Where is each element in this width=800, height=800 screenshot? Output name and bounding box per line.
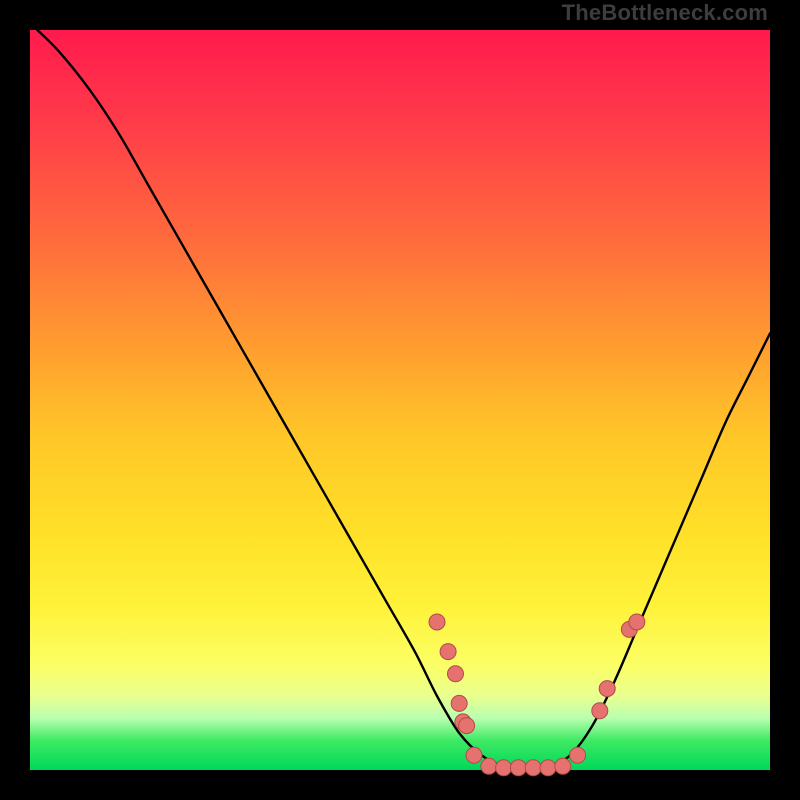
data-dot: [466, 747, 482, 763]
watermark-label: TheBottleneck.com: [562, 0, 768, 26]
data-dot: [448, 666, 464, 682]
data-dot: [555, 758, 571, 774]
curve-path: [37, 30, 770, 769]
chart-svg: [30, 30, 770, 770]
data-dot: [570, 747, 586, 763]
data-dot: [496, 760, 512, 776]
data-dot: [459, 718, 475, 734]
data-dot: [429, 614, 445, 630]
data-dot: [599, 681, 615, 697]
data-dot: [510, 760, 526, 776]
data-dot: [629, 614, 645, 630]
data-dot: [592, 703, 608, 719]
data-dot: [451, 695, 467, 711]
dots-group: [429, 614, 645, 776]
data-dot: [540, 760, 556, 776]
chart-stage: TheBottleneck.com: [0, 0, 800, 800]
data-dot: [481, 758, 497, 774]
chart-plot-area: [30, 30, 770, 770]
data-dot: [525, 760, 541, 776]
data-dot: [440, 644, 456, 660]
